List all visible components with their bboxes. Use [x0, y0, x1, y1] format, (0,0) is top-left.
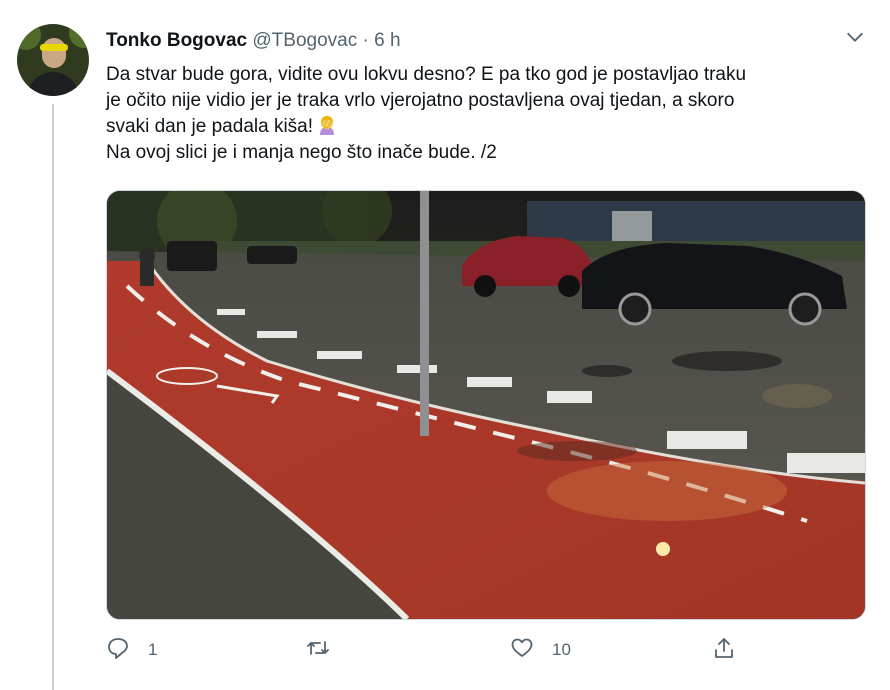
tweet-text-line: je očito nije vidio jer je traka vrlo vj… — [106, 90, 735, 111]
reply-button[interactable]: 1 — [106, 636, 157, 664]
retweet-icon — [306, 636, 330, 665]
reply-count: 1 — [148, 640, 158, 659]
woman-facepalming-emoji — [318, 115, 336, 135]
tweet-text-line: Na ovoj slici je i manja nego što inače … — [106, 142, 497, 163]
thread-line — [52, 104, 54, 690]
chevron-down-icon[interactable] — [844, 26, 866, 48]
timestamp[interactable]: 6 h — [374, 30, 400, 51]
like-button[interactable]: 10 — [510, 636, 571, 664]
share-icon — [712, 636, 736, 665]
author-handle[interactable]: @TBogovac — [252, 30, 357, 51]
reply-icon — [106, 636, 130, 665]
tweet-text-line-3: svaki dan je padala kiša! — [106, 114, 876, 140]
share-button[interactable] — [712, 636, 736, 664]
tweet-photo[interactable] — [106, 190, 866, 620]
tweet-header: Tonko Bogovac @TBogovac · 6 h — [106, 30, 401, 52]
tweet-actions: 1 10 — [0, 636, 890, 664]
avatar[interactable] — [17, 24, 89, 96]
separator: · — [362, 30, 369, 51]
tweet-text: Da stvar bude gora, vidite ovu lokvu des… — [106, 62, 876, 166]
like-count: 10 — [552, 640, 571, 659]
heart-icon — [510, 636, 534, 665]
retweet-button[interactable] — [306, 636, 348, 664]
author-name[interactable]: Tonko Bogovac — [106, 30, 247, 51]
tweet-text-line: Da stvar bude gora, vidite ovu lokvu des… — [106, 64, 747, 85]
